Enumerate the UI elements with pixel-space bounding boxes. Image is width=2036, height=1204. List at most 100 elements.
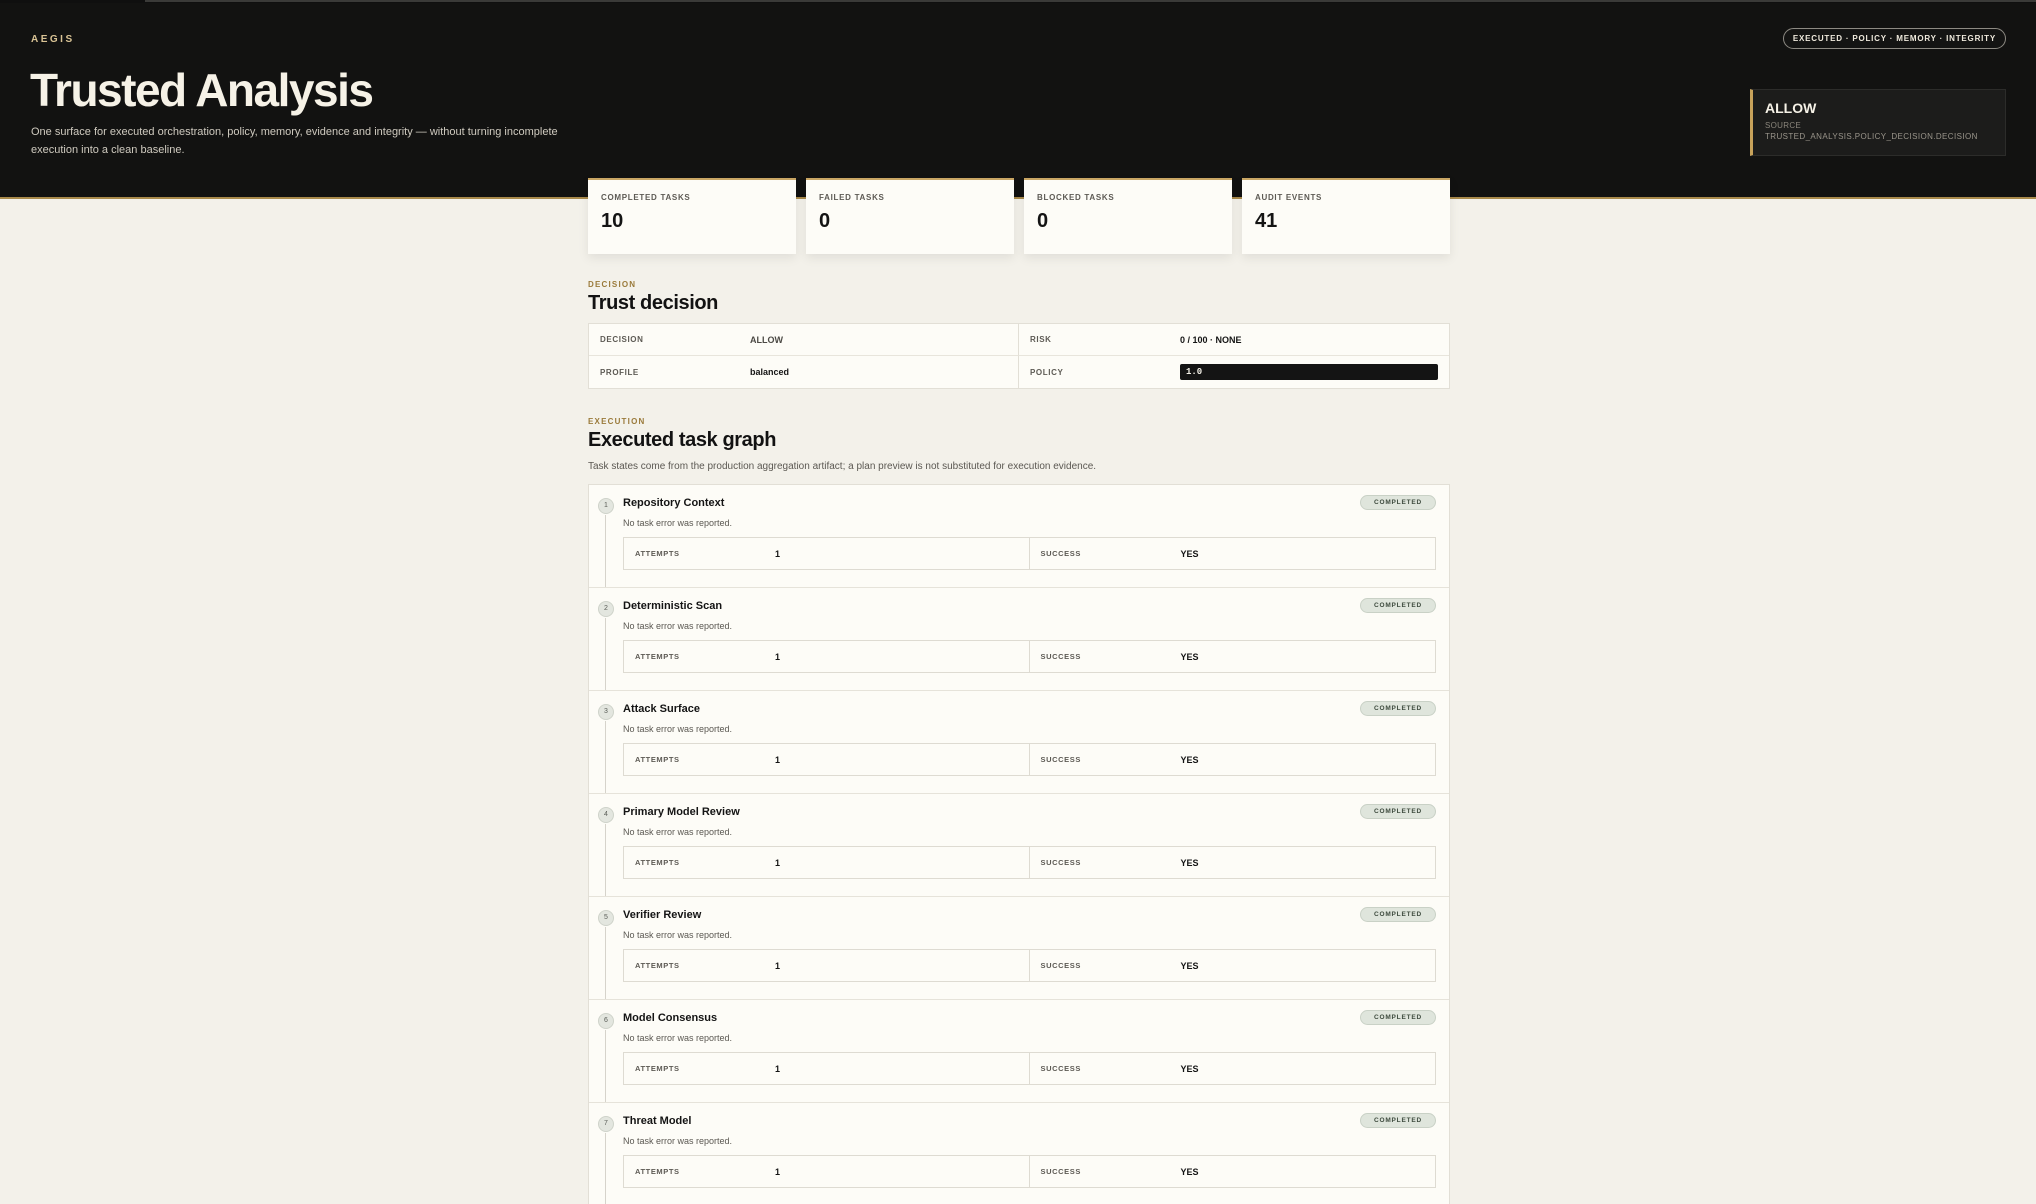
task-rail-line bbox=[605, 824, 606, 896]
metric-label: ATTEMPTS bbox=[635, 858, 680, 867]
stat-label: FAILED TASKS bbox=[819, 193, 885, 202]
status-badge: COMPLETED bbox=[1359, 701, 1436, 716]
metric-success: SUCCESS YES bbox=[1030, 1156, 1436, 1187]
field-decision: DECISION ALLOW bbox=[589, 324, 1019, 356]
metric-label: SUCCESS bbox=[1040, 652, 1081, 661]
executed-task-graph-section: EXECUTION Executed task graph Task state… bbox=[588, 417, 1450, 1204]
metric-label: ATTEMPTS bbox=[635, 652, 680, 661]
status-badge: COMPLETED bbox=[1359, 1113, 1436, 1128]
section-title: Trust decision bbox=[588, 292, 718, 314]
field-key: RISK bbox=[1030, 335, 1052, 344]
trust-decision-table: DECISION ALLOW RISK 0 / 100 · NONE PROFI… bbox=[588, 323, 1450, 389]
brand-logo: AEGIS bbox=[31, 34, 75, 45]
metric-label: ATTEMPTS bbox=[635, 961, 680, 970]
trust-decision-section: DECISION Trust decision DECISION ALLOW R… bbox=[588, 280, 1450, 389]
task-name: Repository Context bbox=[623, 497, 725, 509]
task-rail-line bbox=[605, 721, 606, 793]
metric-label: SUCCESS bbox=[1040, 1167, 1081, 1176]
task-list: 1 Repository Context COMPLETED No task erro… bbox=[588, 484, 1450, 1204]
task-row: 4 Primary Model Review COMPLETED No task er… bbox=[589, 794, 1449, 897]
field-profile: PROFILE balanced bbox=[589, 356, 1019, 388]
task-metrics: ATTEMPTS 1 SUCCESS YES bbox=[623, 743, 1436, 776]
task-metrics: ATTEMPTS 1 SUCCESS YES bbox=[623, 640, 1436, 673]
task-rail-line bbox=[605, 1133, 606, 1204]
status-badge: COMPLETED bbox=[1359, 907, 1436, 922]
stat-label: BLOCKED TASKS bbox=[1037, 193, 1115, 202]
section-eyebrow: DECISION bbox=[588, 280, 637, 289]
metric-value: 1 bbox=[775, 651, 781, 662]
decision-source-label: SOURCE bbox=[1765, 121, 1802, 130]
section-description: Task states come from the production agg… bbox=[588, 461, 1097, 472]
section-eyebrow: EXECUTION bbox=[588, 417, 646, 426]
task-message: No task error was reported. bbox=[623, 1033, 733, 1043]
field-policy: POLICY 1.0 bbox=[1019, 356, 1449, 388]
metric-success: SUCCESS YES bbox=[1030, 744, 1436, 775]
stat-completed-tasks: COMPLETED TASKS 10 bbox=[588, 178, 796, 254]
task-step-number: 7 bbox=[598, 1116, 614, 1132]
page-subtitle: One surface for executed orchestration, … bbox=[31, 126, 558, 156]
field-risk: RISK 0 / 100 · NONE bbox=[1019, 324, 1449, 356]
stat-value: 0 bbox=[1037, 210, 1049, 232]
stat-value: 41 bbox=[1255, 210, 1278, 232]
metric-value: YES bbox=[1180, 857, 1199, 868]
decision-source-path: TRUSTED_ANALYSIS.POLICY_DECISION.DECISIO… bbox=[1765, 132, 1978, 141]
top-strip-segment bbox=[145, 0, 2036, 2]
metric-attempts: ATTEMPTS 1 bbox=[624, 847, 1030, 878]
task-message: No task error was reported. bbox=[623, 724, 733, 734]
task-message: No task error was reported. bbox=[623, 827, 733, 837]
task-name: Deterministic Scan bbox=[623, 600, 723, 612]
metric-value: YES bbox=[1180, 1063, 1199, 1074]
task-rail-line bbox=[605, 515, 606, 587]
field-value: ALLOW bbox=[750, 334, 783, 345]
metric-label: SUCCESS bbox=[1040, 858, 1081, 867]
stat-value: 0 bbox=[819, 210, 831, 232]
task-row: 5 Verifier Review COMPLETED No task error w… bbox=[589, 897, 1449, 1000]
task-metrics: ATTEMPTS 1 SUCCESS YES bbox=[623, 846, 1436, 879]
task-row: 1 Repository Context COMPLETED No task erro… bbox=[589, 485, 1449, 588]
metric-value: YES bbox=[1180, 960, 1199, 971]
stat-value: 10 bbox=[601, 210, 624, 232]
task-name: Threat Model bbox=[623, 1115, 692, 1127]
metric-attempts: ATTEMPTS 1 bbox=[624, 744, 1030, 775]
metric-success: SUCCESS YES bbox=[1030, 641, 1436, 672]
task-message: No task error was reported. bbox=[623, 1136, 733, 1146]
task-row: 2 Deterministic Scan COMPLETED No task erro… bbox=[589, 588, 1449, 691]
task-step-number: 3 bbox=[598, 704, 614, 720]
decision-summary-value: ALLOW bbox=[1765, 100, 1817, 116]
task-rail-line bbox=[605, 927, 606, 999]
stat-blocked-tasks: BLOCKED TASKS 0 bbox=[1024, 178, 1232, 254]
scope-chip: EXECUTED · POLICY · MEMORY · INTEGRITY bbox=[1782, 28, 2006, 49]
task-step-number: 5 bbox=[598, 910, 614, 926]
task-step-number: 1 bbox=[598, 498, 614, 514]
metric-value: 1 bbox=[775, 754, 781, 765]
task-message: No task error was reported. bbox=[623, 930, 733, 940]
metric-value: 1 bbox=[775, 960, 781, 971]
page-title: Trusted Analysis bbox=[30, 64, 374, 116]
task-step-number: 2 bbox=[598, 601, 614, 617]
hero-header: AEGIS Trusted Analysis One surface for e… bbox=[0, 3, 2036, 199]
task-metrics: ATTEMPTS 1 SUCCESS YES bbox=[623, 537, 1436, 570]
task-metrics: ATTEMPTS 1 SUCCESS YES bbox=[623, 1052, 1436, 1085]
status-badge: COMPLETED bbox=[1359, 804, 1436, 819]
task-metrics: ATTEMPTS 1 SUCCESS YES bbox=[623, 1155, 1436, 1188]
status-badge: COMPLETED bbox=[1359, 495, 1436, 510]
task-row: 7 Threat Model COMPLETED No task error was … bbox=[589, 1103, 1449, 1204]
metric-attempts: ATTEMPTS 1 bbox=[624, 1053, 1030, 1084]
metric-label: SUCCESS bbox=[1040, 549, 1081, 558]
metric-attempts: ATTEMPTS 1 bbox=[624, 1156, 1030, 1187]
metric-success: SUCCESS YES bbox=[1030, 1053, 1436, 1084]
metric-value: 1 bbox=[775, 857, 781, 868]
field-value: 0 / 100 · NONE bbox=[1180, 334, 1242, 345]
metric-value: YES bbox=[1180, 1166, 1199, 1177]
field-value: balanced bbox=[750, 367, 790, 377]
task-message: No task error was reported. bbox=[623, 518, 733, 528]
metric-label: SUCCESS bbox=[1040, 1064, 1081, 1073]
section-title: Executed task graph bbox=[588, 429, 777, 451]
metric-value: 1 bbox=[775, 1166, 781, 1177]
task-step-number: 4 bbox=[598, 807, 614, 823]
task-row: 3 Attack Surface COMPLETED No task error wa… bbox=[589, 691, 1449, 794]
task-rail-line bbox=[605, 618, 606, 690]
stat-failed-tasks: FAILED TASKS 0 bbox=[806, 178, 1014, 254]
metric-label: SUCCESS bbox=[1040, 755, 1081, 764]
task-name: Primary Model Review bbox=[623, 806, 740, 818]
